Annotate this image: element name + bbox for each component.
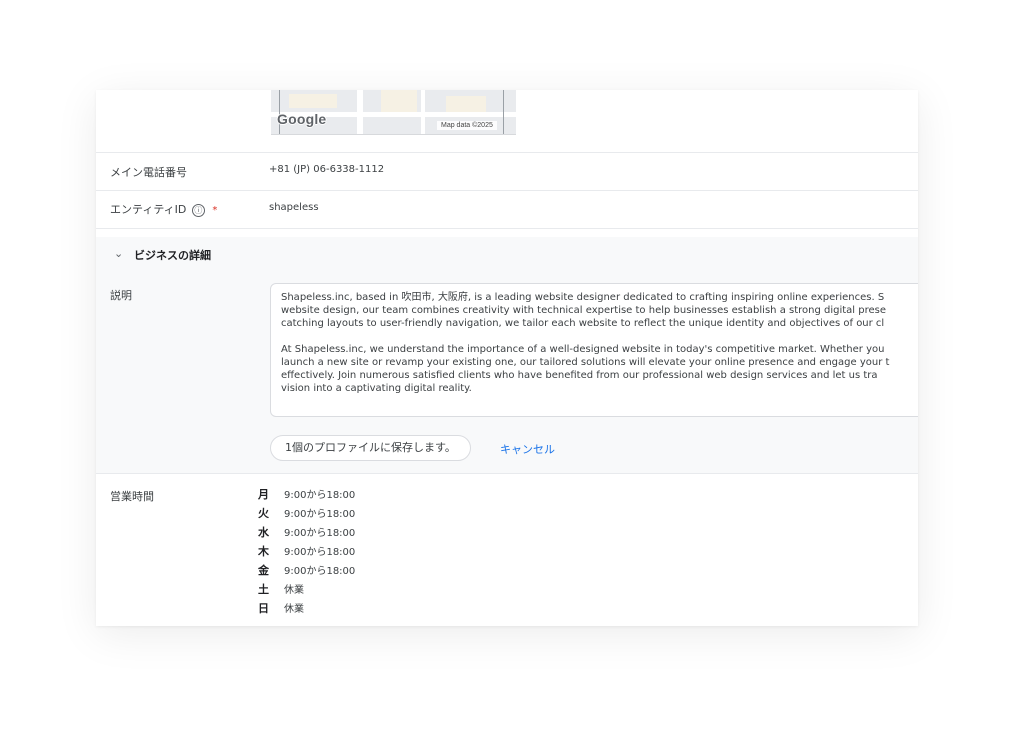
description-line: catching layouts to user-friendly naviga… [281, 318, 885, 329]
day-hours: 9:00から18:00 [284, 528, 356, 539]
day-label: 木 [258, 545, 269, 558]
day-label: 土 [258, 583, 269, 596]
description-line: effectively. Join numerous satisfied cli… [281, 370, 878, 381]
description-line: At Shapeless.inc, we understand the impo… [281, 344, 885, 355]
google-logo: Google [277, 111, 327, 127]
day-label: 月 [258, 488, 269, 501]
hours-item[interactable]: 土 休業 [258, 581, 304, 597]
hours-label: 営業時間 [110, 490, 154, 503]
day-label: 日 [258, 602, 269, 615]
required-mark: * [212, 205, 218, 216]
business-hours-row: 営業時間 月 9:00から18:00 火 9:00から18:00 水 9:00から18… [96, 474, 918, 626]
hours-item[interactable]: 金 9:00から18:00 [258, 562, 355, 578]
hours-item[interactable]: 水 9:00から18:00 [258, 524, 355, 540]
description-line: launch a new site or revamp your existin… [281, 357, 890, 368]
entity-id-label-text: エンティティID [110, 203, 187, 216]
day-hours: 休業 [284, 585, 304, 596]
info-icon[interactable]: ⓘ [191, 203, 205, 217]
section-title: ビジネスの詳細 [134, 249, 211, 262]
description-line: vision into a captivating digital realit… [281, 383, 472, 394]
description-section: 説明 Shapeless.inc, based in 吹田市, 大阪府, is … [96, 273, 918, 474]
map-attribution[interactable]: Map data ©2025 [437, 121, 497, 130]
description-line: Shapeless.inc, based in 吹田市, 大阪府, is a l… [281, 292, 885, 303]
map-row: Google Map data ©2025 [96, 90, 918, 153]
chevron-down-icon[interactable]: ⌄ [114, 247, 123, 260]
entity-id-label: エンティティID ⓘ * [110, 201, 217, 217]
day-hours: 休業 [284, 604, 304, 615]
entity-id-value[interactable]: shapeless [269, 202, 319, 213]
hours-item[interactable]: 月 9:00から18:00 [258, 486, 355, 502]
entity-id-row: エンティティID ⓘ * shapeless [96, 190, 918, 229]
day-label: 火 [258, 507, 269, 520]
business-info-card: Google Map data ©2025 メイン電話番号 +81 (JP) 0… [96, 90, 918, 626]
day-label: 水 [258, 526, 269, 539]
description-line: website design, our team combines creati… [281, 305, 887, 316]
day-hours: 9:00から18:00 [284, 566, 356, 577]
day-label: 金 [258, 564, 269, 577]
map-preview[interactable]: Google Map data ©2025 [271, 90, 516, 135]
business-details-header[interactable]: ⌄ ビジネスの詳細 [96, 237, 918, 274]
hours-item[interactable]: 木 9:00から18:00 [258, 543, 355, 559]
day-hours: 9:00から18:00 [284, 547, 356, 558]
day-hours: 9:00から18:00 [284, 509, 356, 520]
phone-value[interactable]: +81 (JP) 06-6338-1112 [269, 164, 384, 175]
day-hours: 9:00から18:00 [284, 490, 356, 501]
hours-item[interactable]: 火 9:00から18:00 [258, 505, 355, 521]
save-button[interactable]: 1個のプロファイルに保存します。 [270, 435, 471, 461]
cancel-link[interactable]: キャンセル [500, 441, 555, 457]
description-label: 説明 [110, 289, 132, 302]
phone-row: メイン電話番号 +81 (JP) 06-6338-1112 [96, 152, 918, 191]
hours-item[interactable]: 日 休業 [258, 600, 304, 616]
description-textarea[interactable]: Shapeless.inc, based in 吹田市, 大阪府, is a l… [270, 283, 918, 417]
phone-label: メイン電話番号 [110, 166, 187, 179]
